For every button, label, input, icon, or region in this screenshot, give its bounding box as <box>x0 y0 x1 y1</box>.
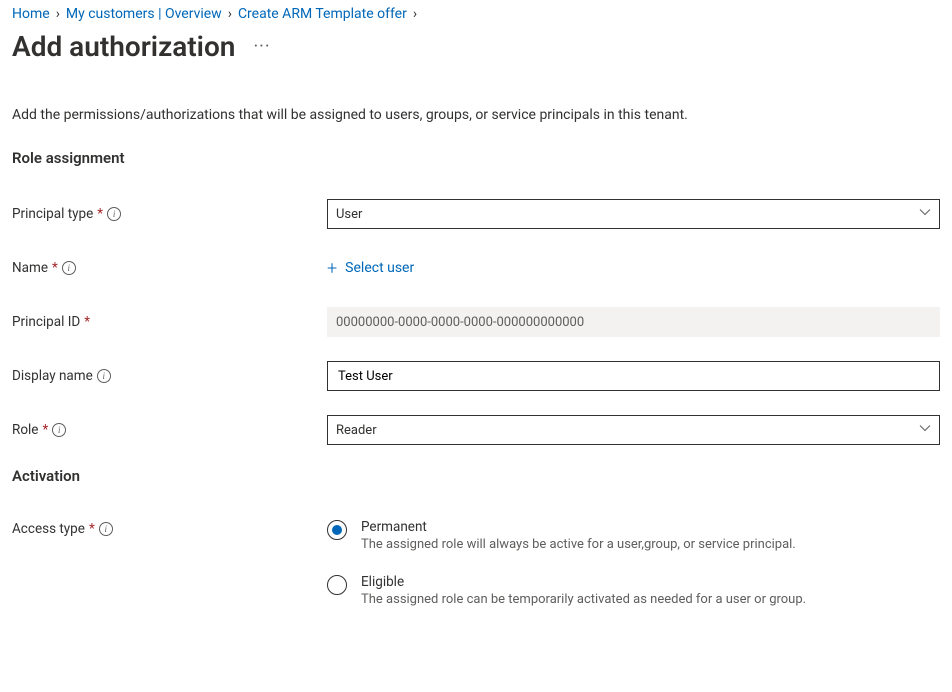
plus-icon: + <box>327 258 337 279</box>
name-label: Name * i <box>12 260 327 276</box>
section-role-assignment: Role assignment <box>12 149 940 167</box>
info-icon[interactable]: i <box>62 261 76 275</box>
chevron-right-icon: › <box>228 6 232 22</box>
radio-label: Permanent <box>361 519 796 535</box>
info-icon[interactable]: i <box>107 207 121 221</box>
display-name-label: Display name i <box>12 368 327 384</box>
principal-type-label: Principal type * i <box>12 206 327 222</box>
radio-description: The assigned role will always be active … <box>361 537 796 552</box>
info-icon[interactable]: i <box>99 522 113 536</box>
breadcrumb-home[interactable]: Home <box>12 6 50 22</box>
section-activation: Activation <box>12 467 940 485</box>
principal-id-label: Principal ID * <box>12 314 327 330</box>
select-user-button[interactable]: + Select user <box>327 254 414 283</box>
display-name-input[interactable] <box>327 361 940 391</box>
breadcrumb-my-customers[interactable]: My customers | Overview <box>66 6 222 22</box>
radio-description: The assigned role can be temporarily act… <box>361 592 806 607</box>
radio-label: Eligible <box>361 574 806 590</box>
chevron-right-icon: › <box>413 6 417 22</box>
principal-id-field: 00000000-0000-0000-0000-000000000000 <box>327 307 940 337</box>
access-type-label: Access type * i <box>12 515 327 537</box>
chevron-down-icon <box>919 422 931 438</box>
chevron-right-icon: › <box>56 6 60 22</box>
role-label: Role * i <box>12 422 327 438</box>
more-actions-button[interactable]: ··· <box>253 36 270 57</box>
access-type-permanent-radio[interactable] <box>327 520 347 540</box>
access-type-radio-group: Permanent The assigned role will always … <box>327 515 940 607</box>
chevron-down-icon <box>919 206 931 222</box>
role-select[interactable]: Reader <box>327 415 940 445</box>
page-description: Add the permissions/authorizations that … <box>12 107 940 123</box>
breadcrumb-create-offer[interactable]: Create ARM Template offer <box>238 6 407 22</box>
page-title: Add authorization <box>12 30 235 63</box>
access-type-eligible-radio[interactable] <box>327 575 347 595</box>
breadcrumb: Home › My customers | Overview › Create … <box>12 0 940 26</box>
info-icon[interactable]: i <box>97 369 111 383</box>
info-icon[interactable]: i <box>52 423 66 437</box>
principal-type-select[interactable]: User <box>327 199 940 229</box>
